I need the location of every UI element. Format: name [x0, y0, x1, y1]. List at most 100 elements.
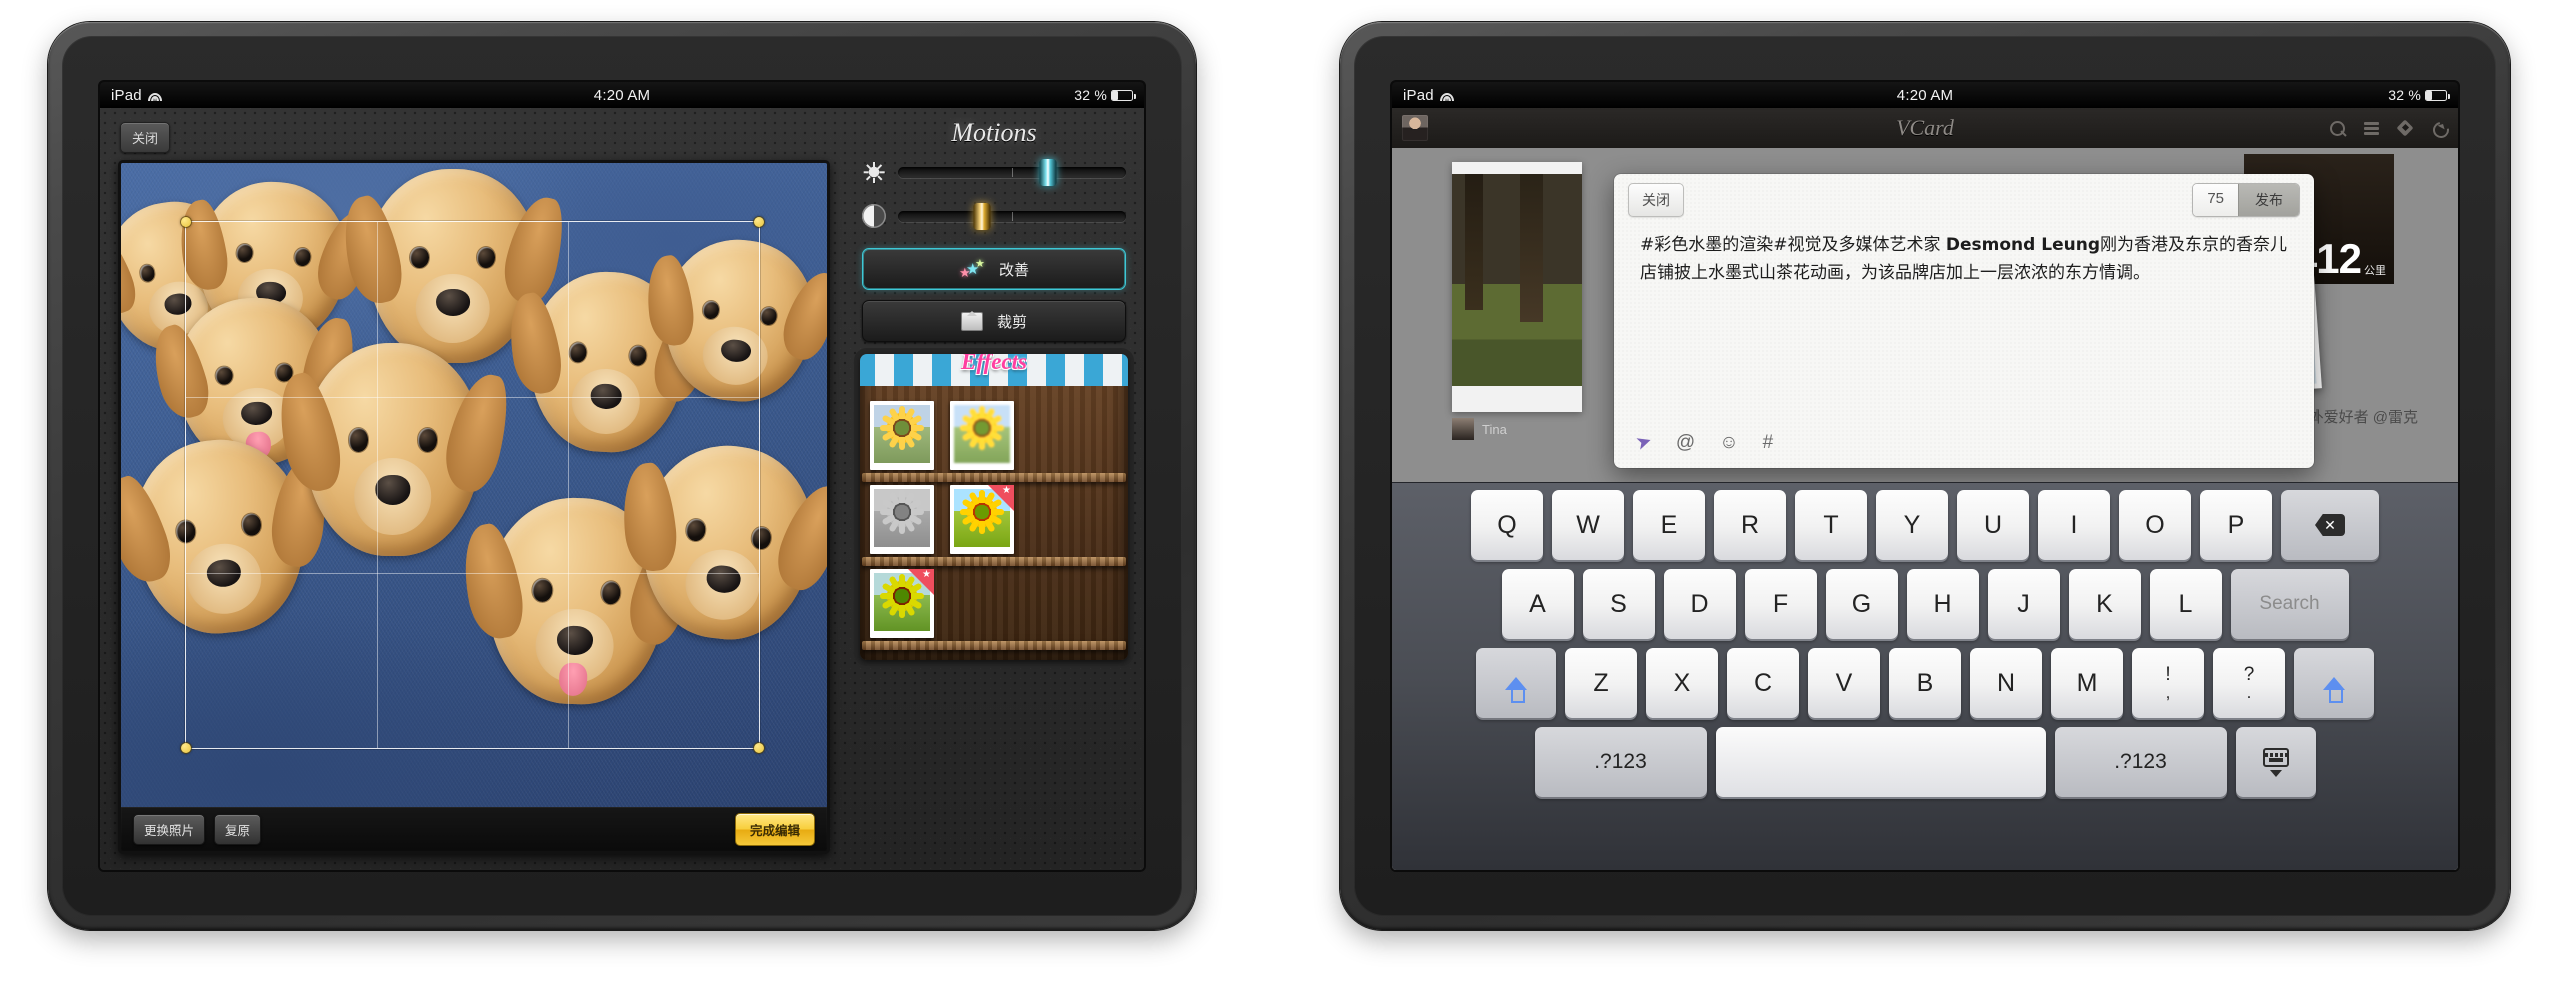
search-icon[interactable] [2329, 120, 2346, 137]
key-exclaim-comma[interactable]: !, [2132, 648, 2204, 718]
battery-icon [2425, 89, 2450, 101]
key-y[interactable]: Y [1876, 490, 1948, 560]
featured-ribbon-icon: ★ [988, 485, 1014, 511]
compose-textarea[interactable]: #彩色水墨的渲染#视觉及多媒体艺术家 Desmond Leung刚为香港及东京的… [1614, 226, 2314, 287]
brightness-slider[interactable] [898, 158, 1126, 186]
character-count: 75 [2193, 184, 2238, 216]
contrast-slider[interactable] [898, 202, 1126, 230]
wifi-icon [147, 90, 162, 101]
emoji-icon[interactable]: ☺ [1719, 432, 1738, 454]
status-time: 4:20 AM [593, 86, 651, 104]
key-l[interactable]: L [2149, 569, 2222, 639]
enhance-label: 改善 [998, 261, 1029, 279]
send-location-icon[interactable]: ➤ [1633, 429, 1655, 456]
crop-handle-bottom-right[interactable] [753, 743, 764, 754]
replace-photo-button[interactable]: 更换照片 [133, 814, 206, 845]
key-v[interactable]: V [1808, 648, 1880, 718]
key-o[interactable]: O [2119, 490, 2191, 560]
navbar-icons [2329, 120, 2448, 137]
contrast-row [862, 202, 1126, 230]
key-c[interactable]: C [1727, 648, 1799, 718]
search-key[interactable]: Search [2230, 569, 2349, 639]
effects-shelf: Effects ★ ★ [860, 354, 1128, 660]
list-icon[interactable] [2363, 120, 2380, 137]
key-w[interactable]: W [1552, 490, 1624, 560]
user-avatar-icon[interactable] [1402, 115, 1428, 141]
numeric-key-left[interactable]: .?123 [1534, 727, 1707, 797]
crop-button[interactable]: 裁剪 [862, 300, 1126, 342]
publish-button[interactable]: 发布 [2238, 184, 2299, 216]
key-s[interactable]: S [1582, 569, 1655, 639]
key-u[interactable]: U [1957, 490, 2029, 560]
keyboard-row-3: Z X C V B N M !, ?. [1398, 648, 2452, 718]
hashtag-icon[interactable]: # [1763, 432, 1774, 454]
keyboard-row-4: .?123 .?123 [1398, 727, 2452, 797]
crop-handle-top-left[interactable] [180, 216, 191, 227]
key-bottom-glyph: , [2165, 683, 2171, 702]
key-m[interactable]: M [2051, 648, 2123, 718]
key-r[interactable]: R [1714, 490, 1786, 560]
shelf-plank [862, 473, 1126, 482]
key-z[interactable]: Z [1565, 648, 1637, 718]
key-p[interactable]: P [2200, 490, 2272, 560]
shift-key-left[interactable] [1476, 648, 1556, 718]
key-t[interactable]: T [1795, 490, 1867, 560]
key-g[interactable]: G [1825, 569, 1898, 639]
space-key[interactable] [1715, 727, 2046, 797]
compose-dialog: 关闭 75 发布 #彩色水墨的渲染#视觉及多媒体艺术家 Desmond Leun… [1614, 174, 2314, 468]
enhance-button[interactable]: ★ ★ ★ 改善 [862, 248, 1126, 290]
contrast-slider-knob[interactable] [973, 202, 991, 230]
key-b[interactable]: B [1889, 648, 1961, 718]
compose-close-button[interactable]: 关闭 [1628, 183, 1684, 217]
key-f[interactable]: F [1744, 569, 1817, 639]
crop-handle-top-right[interactable] [753, 216, 764, 227]
wifi-icon [1439, 90, 1454, 101]
refresh-icon[interactable] [2431, 120, 2448, 137]
keyboard-icon [2262, 747, 2289, 767]
effect-thumb-soft[interactable] [950, 401, 1014, 470]
hide-keyboard-key[interactable] [2235, 727, 2316, 797]
mention-icon[interactable]: @ [1676, 432, 1695, 454]
control-rail: Motions ★ ★ ★ 改善 裁剪 Effects ★ ★ [844, 108, 1144, 870]
crop-rect[interactable] [180, 216, 764, 754]
effects-row: ★ [860, 482, 1128, 566]
key-i[interactable]: I [2038, 490, 2110, 560]
crop-overlay[interactable] [121, 163, 827, 807]
featured-star-glyph: ★ [1002, 485, 1011, 496]
effects-row: ★ [860, 566, 1128, 650]
delete-key[interactable]: ✕ [2281, 490, 2379, 560]
key-question-period[interactable]: ?. [2213, 648, 2285, 718]
carrier-label: iPad [1403, 86, 1434, 104]
ipad-device-right: iPad 4:20 AM 32 % VCard Tina 412 公里 德国户外… [1340, 22, 2510, 930]
keyboard-row-2: A S D F G H J K L Search [1398, 569, 2452, 639]
feed-card-photo[interactable] [1452, 162, 1582, 412]
carrier-label: iPad [111, 86, 142, 104]
revert-button[interactable]: 复原 [214, 814, 262, 845]
crop-handle-bottom-left[interactable] [180, 743, 191, 754]
effect-thumb-mono[interactable] [870, 485, 934, 554]
vcard-app: VCard Tina 412 公里 德国户外爱好者 @雷克 关闭 75 发布 #… [1392, 108, 2458, 870]
effect-thumb-original[interactable] [870, 401, 934, 470]
key-x[interactable]: X [1646, 648, 1718, 718]
shift-key-right[interactable] [2294, 648, 2374, 718]
effect-thumb-vivid[interactable]: ★ [950, 485, 1014, 554]
status-time: 4:20 AM [1896, 86, 1954, 104]
status-left-group: iPad [1403, 87, 1454, 104]
shift-arrow-icon [1505, 676, 1527, 703]
effect-thumb-dramatic[interactable]: ★ [870, 569, 934, 638]
done-editing-button[interactable]: 完成编辑 [734, 813, 815, 846]
key-j[interactable]: J [1987, 569, 2060, 639]
key-q[interactable]: Q [1471, 490, 1543, 560]
key-h[interactable]: H [1906, 569, 1979, 639]
key-a[interactable]: A [1501, 569, 1574, 639]
key-n[interactable]: N [1970, 648, 2042, 718]
contrast-icon [862, 204, 886, 228]
close-button[interactable]: 关闭 [120, 122, 171, 153]
photo-canvas[interactable] [121, 163, 827, 807]
brightness-slider-knob[interactable] [1039, 158, 1057, 186]
numeric-key-right[interactable]: .?123 [2054, 727, 2227, 797]
diamond-icon[interactable] [2397, 120, 2414, 137]
key-e[interactable]: E [1633, 490, 1705, 560]
key-k[interactable]: K [2068, 569, 2141, 639]
key-d[interactable]: D [1663, 569, 1736, 639]
